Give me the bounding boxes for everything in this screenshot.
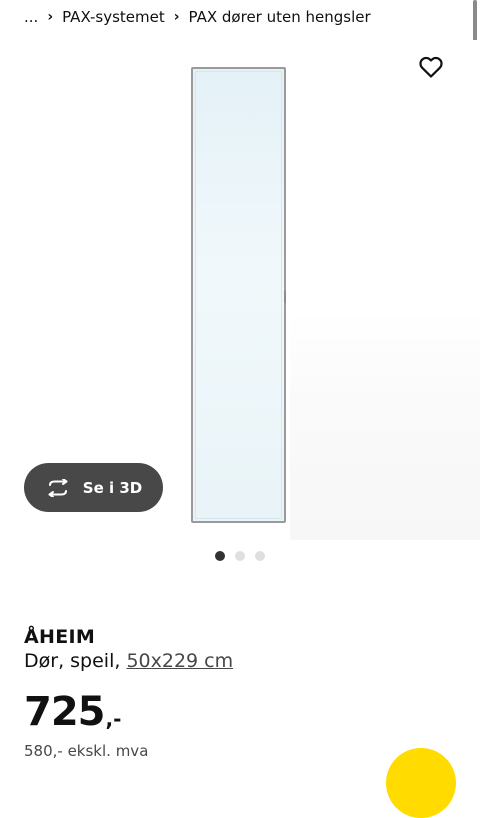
view-in-3d-button[interactable]: Se i 3D bbox=[24, 463, 163, 512]
carousel-dot-2[interactable] bbox=[235, 551, 245, 561]
breadcrumb: ... › PAX-systemet › PAX dører uten heng… bbox=[24, 6, 371, 28]
price-amount: 725 bbox=[24, 689, 105, 735]
carousel-dot-1[interactable] bbox=[215, 551, 225, 561]
chevron-right-icon: › bbox=[47, 9, 54, 25]
carousel-pagination bbox=[0, 551, 480, 561]
floor-shadow bbox=[290, 310, 480, 540]
product-description: Dør, speil, 50x229 cm bbox=[24, 650, 233, 672]
chevron-right-icon: › bbox=[173, 9, 180, 25]
heart-icon bbox=[419, 56, 443, 78]
product-type: Dør, speil, bbox=[24, 650, 127, 672]
breadcrumb-link-pax-systemet[interactable]: PAX-systemet bbox=[62, 8, 165, 26]
add-to-cart-button[interactable] bbox=[386, 748, 456, 818]
product-image-mirror-door bbox=[191, 67, 286, 523]
favorite-button[interactable] bbox=[416, 52, 446, 82]
product-price: 725 ,- bbox=[24, 690, 121, 734]
rotate-3d-icon bbox=[48, 478, 68, 497]
mirror-surface bbox=[195, 71, 282, 519]
mirror-hinge-notch bbox=[284, 291, 286, 303]
product-size-link[interactable]: 50x229 cm bbox=[126, 650, 233, 672]
price-ex-vat: 580,- ekskl. mva bbox=[24, 742, 149, 760]
product-name: ÅHEIM bbox=[24, 626, 96, 648]
breadcrumb-link-pax-dorer[interactable]: PAX dører uten hengsler bbox=[189, 8, 371, 26]
view-in-3d-label: Se i 3D bbox=[82, 478, 143, 497]
carousel-dot-3[interactable] bbox=[255, 551, 265, 561]
breadcrumb-ellipsis[interactable]: ... bbox=[24, 8, 38, 26]
price-suffix: ,- bbox=[105, 707, 122, 731]
